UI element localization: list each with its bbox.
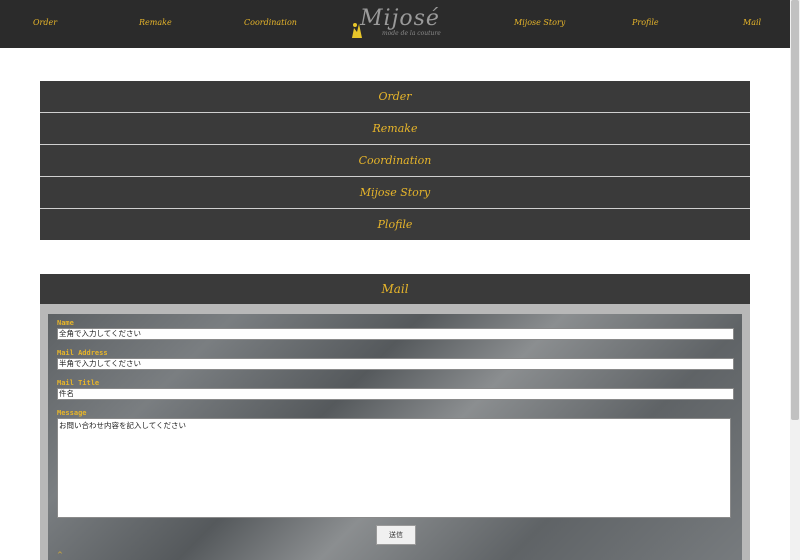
scrollbar-thumb[interactable] [791, 0, 799, 420]
nav-profile-link[interactable]: Profile [632, 18, 659, 27]
logo-title: Mijosé [360, 6, 440, 31]
nav-remake-link[interactable]: Remake [139, 18, 172, 27]
mail-title-label: Mail Title [57, 379, 100, 387]
caret-up-icon[interactable]: ^ [57, 552, 63, 559]
mail-title-input[interactable]: 件名 [57, 388, 734, 400]
nav-coordination-link[interactable]: Coordination [244, 18, 297, 27]
section-menu: Order Remake Coordination Mijose Story P… [40, 81, 750, 240]
menu-item-remake[interactable]: Remake [40, 113, 750, 145]
logo-subtitle: mode de la couture [382, 30, 441, 37]
mail-address-label: Mail Address [57, 349, 108, 357]
site-logo[interactable]: Mijosé mode de la couture [348, 6, 448, 42]
message-textarea[interactable]: お問い合わせ内容を記入してください [57, 418, 731, 518]
menu-item-story[interactable]: Mijose Story [40, 177, 750, 209]
menu-item-order[interactable]: Order [40, 81, 750, 113]
top-navigation-bar: Order Remake Coordination Mijosé mode de… [0, 0, 790, 48]
nav-order-link[interactable]: Order [33, 18, 57, 27]
nav-mail-link[interactable]: Mail [743, 18, 761, 27]
mail-section: Mail Name 全角で入力してください Mail Address 半角で入力… [40, 274, 750, 560]
nav-story-link[interactable]: Mijose Story [514, 18, 565, 27]
mail-form: Name 全角で入力してください Mail Address 半角で入力してくださ… [48, 314, 742, 560]
mail-header: Mail [40, 274, 750, 304]
mail-address-input[interactable]: 半角で入力してください [57, 358, 734, 370]
name-label: Name [57, 319, 74, 327]
menu-item-profile[interactable]: Plofile [40, 209, 750, 240]
message-label: Message [57, 409, 87, 417]
mail-form-frame: Name 全角で入力してください Mail Address 半角で入力してくださ… [40, 304, 750, 560]
submit-button[interactable]: 送信 [376, 525, 416, 545]
menu-item-coordination[interactable]: Coordination [40, 145, 750, 177]
page-scrollbar[interactable] [790, 0, 800, 560]
name-input[interactable]: 全角で入力してください [57, 328, 734, 340]
